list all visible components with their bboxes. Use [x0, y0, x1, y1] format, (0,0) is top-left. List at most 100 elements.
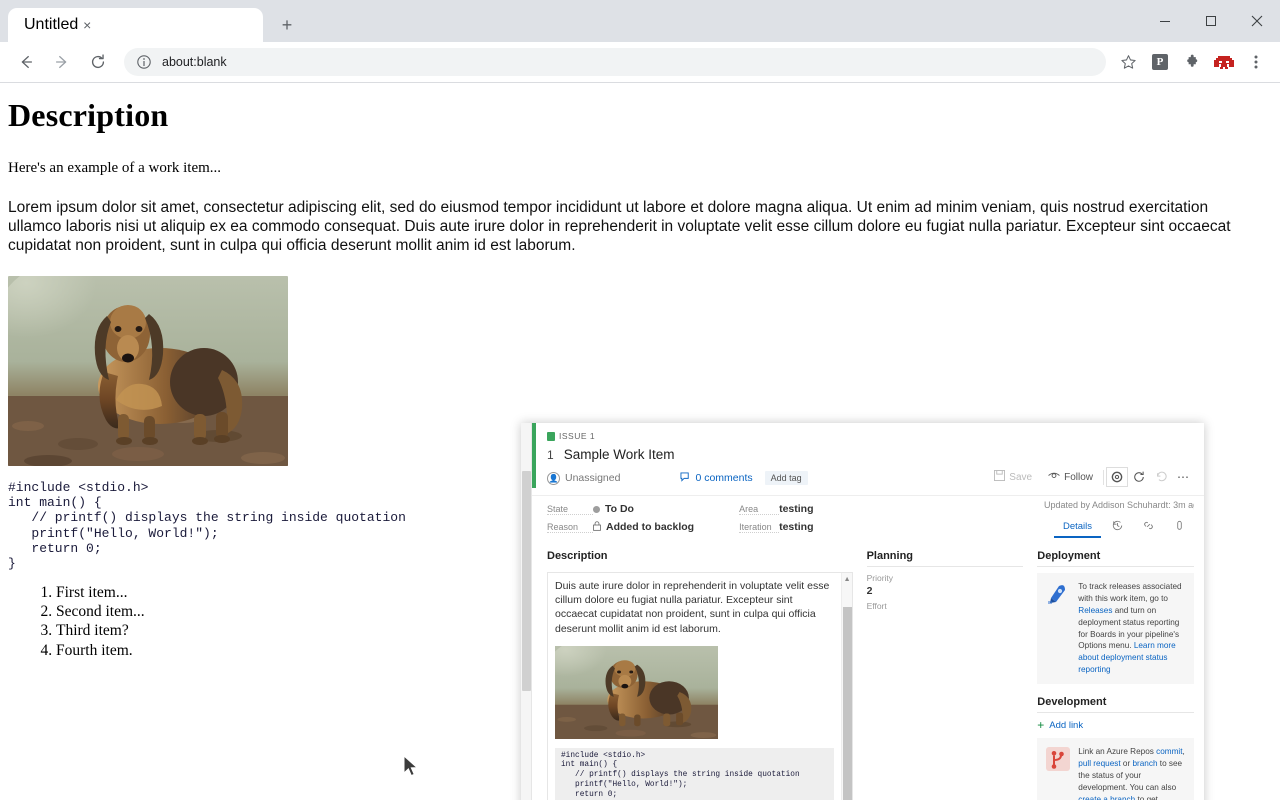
- branch-link[interactable]: branch: [1132, 759, 1157, 768]
- save-label: Save: [1009, 472, 1032, 483]
- area-row[interactable]: Area testing: [739, 502, 813, 516]
- reload-icon[interactable]: [83, 47, 113, 77]
- link-chain-icon: [1143, 522, 1154, 534]
- back-arrow-icon[interactable]: [11, 47, 41, 77]
- browser-toolbar: about:blank P: [0, 42, 1280, 82]
- field-group-state: State To Do Reason Added to backlog: [547, 502, 694, 534]
- state-value-text: To Do: [605, 503, 634, 515]
- state-value: To Do: [593, 503, 634, 515]
- area-value: testing: [779, 503, 813, 515]
- iteration-row[interactable]: Iteration testing: [739, 520, 813, 534]
- puzzle-extension-icon[interactable]: [1178, 48, 1206, 76]
- rocket-icon: [1045, 581, 1071, 607]
- save-button[interactable]: Save: [986, 467, 1040, 487]
- avatar-icon: 👤: [547, 472, 560, 485]
- releases-link[interactable]: Releases: [1078, 606, 1112, 615]
- work-item-header: ISSUE 1 1 Sample Work Item 👤 Unassigned: [532, 423, 1204, 487]
- action-divider: [1103, 470, 1104, 485]
- lock-icon: [593, 521, 601, 534]
- close-window-icon[interactable]: [1234, 0, 1280, 42]
- effort-label: Effort: [867, 601, 1024, 611]
- page-content: Description Here's an example of a work …: [0, 83, 1280, 800]
- new-tab-button[interactable]: +: [273, 11, 301, 39]
- p-extension-label: P: [1152, 54, 1168, 70]
- tab-links[interactable]: [1134, 517, 1163, 538]
- scroll-up-arrow-icon[interactable]: ▲: [842, 574, 853, 585]
- minimize-icon[interactable]: [1142, 0, 1188, 42]
- comments-link[interactable]: 0 comments: [680, 472, 752, 485]
- comment-icon: [680, 472, 691, 485]
- tab-details[interactable]: Details: [1054, 518, 1101, 538]
- description-box[interactable]: Duis aute irure dolor in reprehenderit i…: [547, 572, 853, 800]
- create-branch-link[interactable]: create a branch: [1078, 795, 1135, 800]
- reason-label: Reason: [547, 522, 593, 533]
- work-item-title[interactable]: Sample Work Item: [564, 447, 675, 462]
- assignee-label: Unassigned: [565, 472, 620, 484]
- tab-attachments[interactable]: [1165, 517, 1194, 538]
- mouse-cursor: [403, 755, 421, 779]
- follow-button[interactable]: Follow: [1040, 468, 1101, 486]
- work-item-type-label: ISSUE 1: [559, 431, 595, 441]
- add-tag-button[interactable]: Add tag: [765, 471, 808, 485]
- dev-text-2: ,: [1183, 747, 1185, 756]
- work-item-tabs: Details: [1054, 517, 1194, 538]
- p-extension-icon[interactable]: P: [1146, 48, 1174, 76]
- follow-eye-icon: [1048, 471, 1060, 483]
- browser-chrome: Untitled × + a: [0, 0, 1280, 83]
- iteration-value: testing: [779, 521, 813, 533]
- assignee-field[interactable]: 👤 Unassigned: [547, 472, 620, 485]
- work-item-actions: Save Follow: [986, 467, 1194, 487]
- more-icon[interactable]: ⋯: [1172, 467, 1194, 487]
- pull-request-link[interactable]: pull request: [1078, 759, 1120, 768]
- development-add-link-button[interactable]: + Add link: [1037, 719, 1194, 731]
- panel-scrollbar-thumb[interactable]: [522, 471, 531, 691]
- close-tab-icon[interactable]: ×: [78, 16, 96, 34]
- work-item-id: 1: [547, 448, 554, 462]
- description-paragraph: Duis aute irure dolor in reprehenderit i…: [555, 579, 834, 636]
- planning-heading: Planning: [867, 550, 1024, 567]
- info-circle-icon: [136, 54, 152, 70]
- description-scrollbar[interactable]: ▲ ▼: [841, 573, 852, 800]
- updated-by-text: Updated by Addison Schuhardt: 3m ago: [1044, 500, 1194, 510]
- kebab-menu-icon[interactable]: [1242, 48, 1270, 76]
- refresh-icon[interactable]: [1128, 467, 1150, 487]
- deployment-info-text: To track releases associated with this w…: [1078, 581, 1186, 676]
- gear-icon[interactable]: [1106, 467, 1128, 487]
- tab-strip: Untitled × +: [0, 0, 1280, 42]
- maximize-icon[interactable]: [1188, 0, 1234, 42]
- browser-tab[interactable]: Untitled ×: [8, 8, 263, 42]
- priority-value[interactable]: 2: [867, 585, 1024, 597]
- comments-count: 0 comments: [695, 472, 752, 484]
- work-item-type: ISSUE 1: [547, 431, 1194, 441]
- forward-arrow-icon[interactable]: [47, 47, 77, 77]
- deployment-text-1: To track releases associated with this w…: [1078, 582, 1181, 603]
- effort-value[interactable]: [867, 613, 1024, 625]
- deployment-info-card: To track releases associated with this w…: [1037, 573, 1194, 684]
- bookmark-star-icon[interactable]: [1114, 48, 1142, 76]
- history-clock-icon: [1112, 522, 1123, 534]
- reason-row[interactable]: Reason Added to backlog: [547, 520, 694, 534]
- description-code-block: #include <stdio.h> int main() { // print…: [555, 748, 834, 800]
- panel-scrollbar[interactable]: [521, 423, 532, 800]
- intro-text: Here's an example of a work item...: [0, 134, 1280, 177]
- state-row[interactable]: State To Do: [547, 502, 694, 516]
- work-item-columns: Description Duis aute irure dolor in rep…: [532, 540, 1204, 800]
- commit-link[interactable]: commit: [1156, 747, 1182, 756]
- window-controls: [1142, 0, 1280, 42]
- field-group-area: Area testing Iteration testing: [739, 502, 813, 534]
- development-info-text: Link an Azure Repos commit, pull request…: [1078, 746, 1186, 800]
- url-text: about:blank: [162, 55, 227, 69]
- state-dot-icon: [593, 506, 600, 513]
- tab-title: Untitled: [24, 16, 78, 34]
- tab-history[interactable]: [1103, 517, 1132, 538]
- description-scrollbar-thumb[interactable]: [843, 607, 852, 800]
- undo-icon[interactable]: [1150, 467, 1172, 487]
- save-icon: [994, 470, 1005, 484]
- invader-extension-icon[interactable]: [1210, 48, 1238, 76]
- dog-photo: [8, 276, 288, 466]
- reason-value: Added to backlog: [593, 521, 694, 534]
- address-bar[interactable]: about:blank: [124, 48, 1106, 76]
- right-column: Deployment To track releases associate: [1037, 550, 1194, 800]
- dev-text-1: Link an Azure Repos: [1078, 747, 1156, 756]
- description-column: Description Duis aute irure dolor in rep…: [547, 550, 853, 800]
